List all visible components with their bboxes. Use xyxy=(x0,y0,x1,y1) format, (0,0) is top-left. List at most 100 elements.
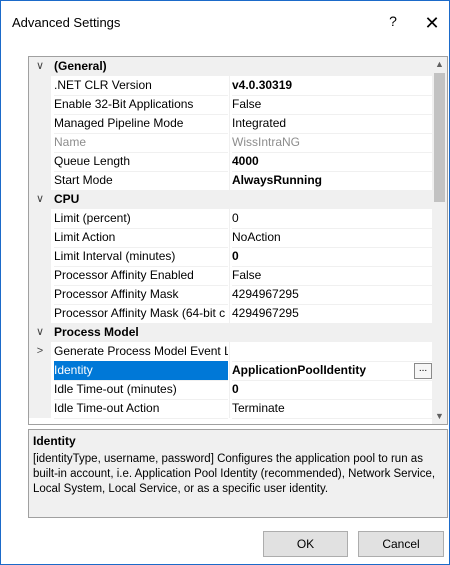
column-divider xyxy=(229,133,230,152)
help-button[interactable]: ? xyxy=(385,13,401,33)
property-row[interactable]: Enable 32-Bit Applications False xyxy=(29,95,432,115)
property-name: Limit Action xyxy=(54,228,228,248)
column-divider xyxy=(229,152,230,171)
scroll-down-arrow-icon[interactable]: ▼ xyxy=(432,409,447,424)
row-gutter xyxy=(29,380,51,399)
property-name: Limit (percent) xyxy=(54,209,228,229)
property-value[interactable] xyxy=(232,342,432,362)
column-divider xyxy=(229,266,230,285)
property-name: Processor Affinity Mask (64-bit c xyxy=(54,304,228,324)
property-value[interactable]: 0 xyxy=(232,247,432,267)
vertical-scrollbar[interactable]: ▲ ▼ xyxy=(432,57,447,424)
property-name: Start Mode xyxy=(54,171,228,191)
property-name: Limit Interval (minutes) xyxy=(54,247,228,267)
property-row[interactable]: Limit Action NoAction xyxy=(29,228,432,248)
property-name: Idle Time-out Action xyxy=(54,399,228,419)
property-name: Name xyxy=(54,133,228,153)
row-gutter xyxy=(29,76,51,95)
description-panel: Identity [identityType, username, passwo… xyxy=(28,429,448,518)
row-gutter xyxy=(29,209,51,228)
property-value[interactable]: 4294967295 xyxy=(232,285,432,305)
row-gutter xyxy=(29,95,51,114)
row-gutter xyxy=(29,171,51,190)
property-name: Enable 32-Bit Applications xyxy=(54,95,228,115)
property-row[interactable]: Processor Affinity Mask (64-bit c 4294967… xyxy=(29,304,432,324)
row-gutter xyxy=(29,247,51,266)
cancel-button[interactable]: Cancel xyxy=(358,531,444,557)
property-value[interactable]: 0 xyxy=(232,209,432,229)
property-row[interactable]: Limit Interval (minutes) 0 xyxy=(29,247,432,267)
property-row[interactable]: Name WissIntraNG xyxy=(29,133,432,153)
column-divider xyxy=(229,76,230,95)
property-row[interactable]: Idle Time-out (minutes) 0 xyxy=(29,380,432,400)
browse-ellipsis-button[interactable]: ... xyxy=(414,363,432,379)
column-divider xyxy=(229,361,230,380)
property-row[interactable]: Idle Time-out Action Terminate xyxy=(29,399,432,419)
property-value[interactable]: False xyxy=(232,95,432,115)
property-row[interactable]: Identity ApplicationPoolIdentity... xyxy=(29,361,432,381)
collapse-chevron-icon[interactable]: ∨ xyxy=(29,190,51,209)
property-row[interactable]: Managed Pipeline Mode Integrated xyxy=(29,114,432,134)
property-row[interactable]: .NET CLR Version v4.0.30319 xyxy=(29,76,432,96)
category-row[interactable]: ∨ CPU xyxy=(29,190,432,209)
row-gutter xyxy=(29,152,51,171)
property-name: Generate Process Model Event L xyxy=(54,342,228,362)
dialog-title: Advanced Settings xyxy=(12,15,121,30)
category-row[interactable]: ∨ (General) xyxy=(29,57,432,76)
property-name: Identity xyxy=(54,361,228,381)
column-divider xyxy=(229,285,230,304)
property-value[interactable]: WissIntraNG xyxy=(232,133,432,153)
property-value[interactable]: AlwaysRunning xyxy=(232,171,432,191)
property-value[interactable]: 4000 xyxy=(232,152,432,172)
ok-button[interactable]: OK xyxy=(263,531,348,557)
property-value[interactable]: NoAction xyxy=(232,228,432,248)
column-divider xyxy=(229,247,230,266)
advanced-settings-dialog: Advanced Settings ? ✕ ∨ (General) .NET CLR… xyxy=(0,0,450,565)
property-row[interactable]: Processor Affinity Enabled False xyxy=(29,266,432,286)
property-name: Managed Pipeline Mode xyxy=(54,114,228,134)
close-button[interactable]: ✕ xyxy=(420,11,444,35)
column-divider xyxy=(229,342,230,361)
row-gutter xyxy=(29,304,51,323)
category-row[interactable]: ∨ Process Model xyxy=(29,323,432,342)
collapse-chevron-icon[interactable]: ∨ xyxy=(29,323,51,342)
property-name: Queue Length xyxy=(54,152,228,172)
category-label: Process Model xyxy=(54,325,139,339)
collapse-chevron-icon[interactable]: ∨ xyxy=(29,57,51,76)
scroll-up-arrow-icon[interactable]: ▲ xyxy=(432,57,447,72)
description-title: Identity xyxy=(33,434,76,448)
column-divider xyxy=(229,380,230,399)
property-name: Processor Affinity Enabled xyxy=(54,266,228,286)
property-value[interactable]: 4294967295 xyxy=(232,304,432,324)
category-label: CPU xyxy=(54,192,80,206)
property-value[interactable]: 0 xyxy=(232,380,432,400)
column-divider xyxy=(229,399,230,418)
property-row[interactable]: > Generate Process Model Event L xyxy=(29,342,432,362)
property-value[interactable]: ApplicationPoolIdentity xyxy=(232,361,432,381)
property-value[interactable]: False xyxy=(232,266,432,286)
scrollbar-thumb[interactable] xyxy=(434,73,445,202)
column-divider xyxy=(229,228,230,247)
property-row[interactable]: Limit (percent) 0 xyxy=(29,209,432,229)
row-gutter xyxy=(29,361,51,380)
property-name: Processor Affinity Mask xyxy=(54,285,228,305)
property-value[interactable]: Integrated xyxy=(232,114,432,134)
property-value[interactable]: v4.0.30319 xyxy=(232,76,432,96)
description-text: [identityType, username, password] Confi… xyxy=(33,453,436,495)
property-value[interactable]: Terminate xyxy=(232,399,432,419)
row-gutter xyxy=(29,266,51,285)
title-bar: Advanced Settings ? ✕ xyxy=(1,1,449,46)
row-gutter xyxy=(29,133,51,152)
category-label: (General) xyxy=(54,59,107,73)
property-grid[interactable]: ∨ (General) .NET CLR Version v4.0.30319 Enab… xyxy=(28,56,448,425)
expand-chevron-icon[interactable]: > xyxy=(29,342,51,361)
property-row[interactable]: Processor Affinity Mask 4294967295 xyxy=(29,285,432,305)
property-row[interactable]: Queue Length 4000 xyxy=(29,152,432,172)
column-divider xyxy=(229,209,230,228)
property-rows: ∨ (General) .NET CLR Version v4.0.30319 Enab… xyxy=(29,57,432,419)
property-name: Idle Time-out (minutes) xyxy=(54,380,228,400)
column-divider xyxy=(229,95,230,114)
property-row[interactable]: Start Mode AlwaysRunning xyxy=(29,171,432,191)
column-divider xyxy=(229,114,230,133)
row-gutter xyxy=(29,399,51,418)
